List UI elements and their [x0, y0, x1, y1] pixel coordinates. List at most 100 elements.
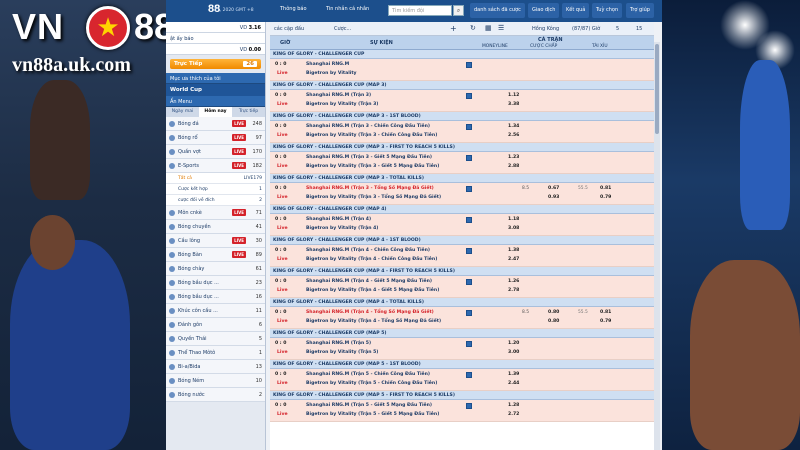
scrollbar[interactable] — [654, 42, 660, 450]
moneyline-away-odds[interactable]: 3.38 — [508, 102, 519, 107]
sport-item[interactable]: E-Sports LIVE 182 — [166, 159, 265, 173]
sport-item[interactable]: Bóng chuyền 41 — [166, 220, 265, 234]
league-header[interactable]: KING OF GLORY - CHALLENGER CUP (MAP 3 - … — [270, 112, 654, 121]
live-stream-icon[interactable] — [466, 186, 472, 192]
scrollbar-thumb[interactable] — [655, 44, 659, 134]
sport-item[interactable]: Thể Thao Môtô 1 — [166, 346, 265, 360]
sub-sport-item[interactable]: Tất cả LIVE 179 — [166, 173, 265, 184]
col-time: GIỜ — [280, 40, 291, 46]
moneyline-home-odds[interactable]: 1.28 — [508, 403, 519, 408]
transactions-link[interactable]: Giao dịch — [528, 3, 560, 18]
notice-link[interactable]: Thông báo — [280, 6, 307, 12]
hide-menu-toggle[interactable]: Ẩn Menu — [166, 96, 265, 107]
sport-item[interactable]: Bóng Ném 10 — [166, 374, 265, 388]
league-header[interactable]: KING OF GLORY - CHALLENGER CUP (MAP 4 - … — [270, 298, 654, 307]
handicap-away-odds[interactable]: 0.80 — [548, 319, 559, 324]
tab-today[interactable]: Hôm nay — [199, 107, 232, 117]
league-header[interactable]: KING OF GLORY - CHALLENGER CUP (MAP 4 - … — [270, 267, 654, 276]
favorites-section[interactable]: Mục ưa thích của tôi — [166, 73, 265, 84]
team-search-input[interactable]: Tìm kiếm đội — [388, 5, 452, 16]
match-filter[interactable]: các cặp đấu — [274, 26, 304, 32]
live-stream-icon[interactable] — [466, 93, 472, 99]
sport-item[interactable]: Đánh gôn 6 — [166, 318, 265, 332]
sport-item[interactable]: Bóng nước 2 — [166, 388, 265, 402]
live-label: Live — [277, 71, 288, 76]
sub-sport-item[interactable]: Cược kết hợp 1 — [166, 184, 265, 195]
match-row: 0 : 0 Live Shanghai RNG.M (Trận 3) Bigetron… — [270, 90, 654, 112]
moneyline-away-odds[interactable]: 2.72 — [508, 412, 519, 417]
magnifier-icon[interactable]: ⌕ — [453, 5, 464, 16]
handicap-away-odds[interactable]: 0.93 — [548, 195, 559, 200]
league-header[interactable]: KING OF GLORY - CHALLENGER CUP (MAP 4) — [270, 205, 654, 214]
live-stream-icon[interactable] — [466, 248, 472, 254]
league-header[interactable]: KING OF GLORY - CHALLENGER CUP (MAP 4 - … — [270, 236, 654, 245]
over-odds[interactable]: 0.81 — [600, 310, 611, 315]
moneyline-away-odds[interactable]: 2.47 — [508, 257, 519, 262]
add-icon[interactable]: + — [450, 24, 457, 33]
moneyline-away-odds[interactable]: 2.78 — [508, 288, 519, 293]
sport-item[interactable]: Khúc côn cầu ... 11 — [166, 304, 265, 318]
moneyline-home-odds[interactable]: 1.26 — [508, 279, 519, 284]
bet-list-link[interactable]: danh sách đã cược — [470, 3, 525, 18]
list-view-icon[interactable]: ☰ — [498, 24, 504, 32]
live-button[interactable]: Trực Tiếp 26 — [170, 59, 261, 69]
sub-sport-item[interactable]: cược đối về đích 2 — [166, 195, 265, 206]
refresh-icon[interactable]: ↻ — [470, 24, 476, 32]
sport-item[interactable]: Bóng Bàn LIVE 89 — [166, 248, 265, 262]
inbox-link[interactable]: Tin nhắn cá nhân — [326, 6, 369, 12]
sport-item[interactable]: Môn cnkè LIVE 71 — [166, 206, 265, 220]
account-notice-row[interactable]: ật ấy báo — [166, 33, 265, 44]
moneyline-home-odds[interactable]: 1.12 — [508, 93, 519, 98]
sport-item[interactable]: Bóng bầu dục ... 16 — [166, 290, 265, 304]
sport-item[interactable]: Bóng bầu dục ... 23 — [166, 276, 265, 290]
moneyline-away-odds[interactable]: 2.44 — [508, 381, 519, 386]
worldcup-link[interactable]: World Cup — [166, 84, 265, 96]
sport-item[interactable]: Bóng rổ LIVE 97 — [166, 131, 265, 145]
handicap-home-odds[interactable]: 0.80 — [548, 310, 559, 315]
options-link[interactable]: Tuỳ chọn — [592, 3, 623, 18]
live-stream-icon[interactable] — [466, 217, 472, 223]
results-link[interactable]: Kết quả — [562, 3, 590, 18]
grid-view-icon[interactable]: ▦ — [485, 24, 492, 32]
moneyline-home-odds[interactable]: 1.39 — [508, 372, 519, 377]
league-header[interactable]: KING OF GLORY - CHALLENGER CUP (MAP 5 - … — [270, 360, 654, 369]
tab-live[interactable]: Trực tiếp — [232, 107, 265, 117]
live-stream-icon[interactable] — [466, 62, 472, 68]
over-odds[interactable]: 0.81 — [600, 186, 611, 191]
sport-item[interactable]: Quần vợt LIVE 170 — [166, 145, 265, 159]
live-stream-icon[interactable] — [466, 279, 472, 285]
moneyline-home-odds[interactable]: 1.34 — [508, 124, 519, 129]
live-stream-icon[interactable] — [466, 155, 472, 161]
moneyline-home-odds[interactable]: 1.23 — [508, 155, 519, 160]
live-stream-icon[interactable] — [466, 341, 472, 347]
league-header[interactable]: KING OF GLORY - CHALLENGER CUP (MAP 3) — [270, 81, 654, 90]
tab-tomorrow[interactable]: Ngày mai — [166, 107, 199, 117]
sport-item[interactable]: Quyền Thái 5 — [166, 332, 265, 346]
handicap-home-odds[interactable]: 0.67 — [548, 186, 559, 191]
moneyline-away-odds[interactable]: 3.00 — [508, 350, 519, 355]
league-header[interactable]: KING OF GLORY - CHALLENGER CUP — [270, 50, 654, 59]
league-header[interactable]: KING OF GLORY - CHALLENGER CUP (MAP 3 - … — [270, 143, 654, 152]
league-header[interactable]: KING OF GLORY - CHALLENGER CUP (MAP 3 - … — [270, 174, 654, 183]
moneyline-away-odds[interactable]: 2.88 — [508, 164, 519, 169]
live-stream-icon[interactable] — [466, 372, 472, 378]
under-odds[interactable]: 0.79 — [600, 195, 611, 200]
moneyline-home-odds[interactable]: 1.38 — [508, 248, 519, 253]
sport-item[interactable]: Bóng đá LIVE 248 — [166, 117, 265, 131]
live-stream-icon[interactable] — [466, 403, 472, 409]
moneyline-home-odds[interactable]: 1.18 — [508, 217, 519, 222]
moneyline-away-odds[interactable]: 3.08 — [508, 226, 519, 231]
moneyline-away-odds[interactable]: 2.56 — [508, 133, 519, 138]
league-header[interactable]: KING OF GLORY - CHALLENGER CUP (MAP 5 - … — [270, 391, 654, 400]
odds-type-select[interactable]: Hồng Kông — [532, 26, 559, 32]
sport-item[interactable]: Bi-a/Bida 13 — [166, 360, 265, 374]
sport-item[interactable]: Bóng chày 61 — [166, 262, 265, 276]
sport-item[interactable]: Cầu lông LIVE 30 — [166, 234, 265, 248]
bet-filter[interactable]: Cược... — [334, 26, 351, 32]
moneyline-home-odds[interactable]: 1.20 — [508, 341, 519, 346]
help-link[interactable]: Trợ giúp — [626, 3, 654, 18]
under-odds[interactable]: 0.79 — [600, 319, 611, 324]
live-stream-icon[interactable] — [466, 124, 472, 130]
league-header[interactable]: KING OF GLORY - CHALLENGER CUP (MAP 5) — [270, 329, 654, 338]
live-stream-icon[interactable] — [466, 310, 472, 316]
